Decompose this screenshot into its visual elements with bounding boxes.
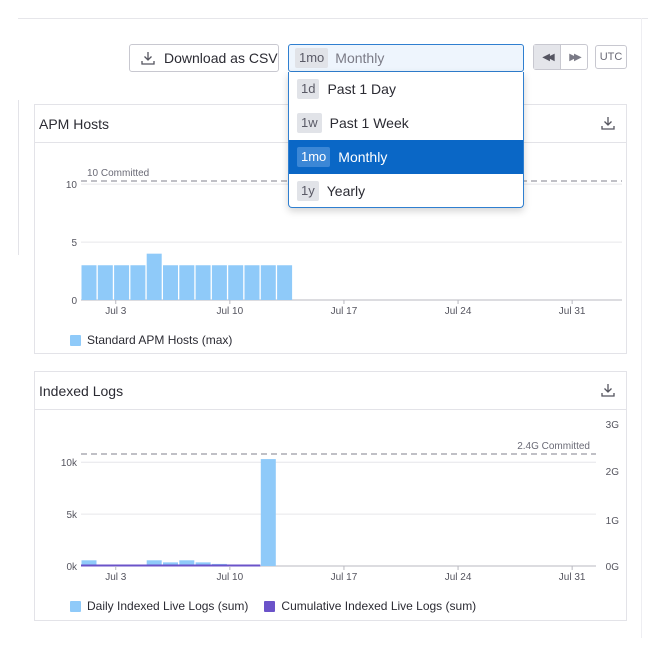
bar: [81, 265, 97, 300]
apm-download-icon[interactable]: [600, 115, 616, 136]
x-tick-label: Jul 24: [445, 306, 472, 317]
option-label: Past 1 Day: [327, 81, 396, 97]
previous-period-button[interactable]: ◀◀: [534, 45, 560, 69]
utc-toggle[interactable]: UTC: [595, 45, 627, 69]
x-tick-label: Jul 3: [105, 572, 127, 583]
y-tick-label: 5k: [66, 510, 78, 521]
committed-label: 2.4G Committed: [517, 441, 590, 452]
apm-hosts-title: APM Hosts: [39, 115, 110, 132]
option-chip: 1d: [297, 79, 320, 99]
bar: [228, 265, 244, 300]
x-tick-label: Jul 3: [105, 306, 127, 317]
legend-swatch: [70, 334, 81, 346]
x-tick-label: Jul 31: [559, 572, 586, 583]
bar: [195, 265, 211, 300]
y-tick-label: 5: [71, 238, 77, 249]
bar: [163, 265, 178, 300]
indexed-logs-chart: 0k 5k 10k 0G 1G 2G 3G 2.4G Committed Jul 3 Jul 10…: [61, 420, 620, 583]
legend-label: Daily Indexed Live Logs (sum): [87, 599, 249, 613]
bar: [244, 265, 260, 300]
period-chip: 1mo: [295, 48, 329, 68]
option-chip: 1y: [297, 181, 319, 201]
period-select[interactable]: 1mo Monthly: [288, 44, 524, 72]
y2-tick-label: 3G: [606, 420, 620, 431]
period-dropdown-menu: 1d Past 1 Day 1w Past 1 Week 1mo Monthly…: [288, 72, 524, 208]
x-tick-label: Jul 17: [331, 572, 358, 583]
fast-forward-icon: ▶▶: [569, 51, 582, 63]
option-past-1-week[interactable]: 1w Past 1 Week: [289, 106, 523, 140]
legend-swatch: [70, 600, 81, 612]
y-tick-label: 0k: [66, 562, 78, 573]
y2-tick-label: 1G: [606, 516, 620, 527]
x-tick-label: Jul 31: [559, 306, 586, 317]
option-past-1-day[interactable]: 1d Past 1 Day: [289, 72, 523, 106]
option-label: Monthly: [338, 149, 388, 165]
next-period-button[interactable]: ▶▶: [560, 45, 587, 69]
y-tick-label: 10: [66, 180, 78, 191]
x-tick-label: Jul 10: [217, 572, 244, 583]
y2-tick-label: 2G: [606, 467, 620, 478]
bar: [260, 265, 276, 300]
y-tick-label: 0: [71, 296, 77, 307]
legend-item: Daily Indexed Live Logs (sum): [70, 599, 248, 613]
y2-tick-label: 0G: [606, 562, 620, 573]
period-nav: ◀◀ ▶▶: [533, 44, 588, 70]
option-monthly[interactable]: 1mo Monthly: [289, 140, 523, 174]
option-label: Past 1 Week: [329, 115, 409, 131]
download-csv-label: Download as CSV: [164, 50, 278, 66]
apm-legend: Standard APM Hosts (max): [70, 333, 232, 347]
top-divider: [18, 18, 648, 19]
x-tick-label: Jul 10: [217, 306, 244, 317]
bar: [97, 265, 113, 300]
legend-swatch: [264, 600, 276, 612]
committed-label: 10 Committed: [87, 168, 149, 179]
legend-item: Standard APM Hosts (max): [70, 333, 232, 347]
download-csv-button[interactable]: Download as CSV: [129, 44, 279, 72]
legend-item: Cumulative Indexed Live Logs (sum): [264, 599, 476, 613]
left-divider: [18, 100, 19, 255]
bar: [146, 253, 162, 300]
option-chip: 1mo: [297, 147, 331, 167]
y-tick-label: 10k: [61, 458, 78, 469]
indexed-logs-title: Indexed Logs: [39, 382, 124, 399]
bar: [211, 265, 227, 300]
option-chip: 1w: [297, 113, 322, 133]
indexed-logs-panel: Indexed Logs 0k 5k 10k 0G 1G 2G 3G 2.4G Committ…: [34, 371, 627, 621]
rewind-icon: ◀◀: [542, 51, 555, 63]
bar: [277, 265, 293, 300]
bar: [114, 265, 130, 300]
legend-label: Standard APM Hosts (max): [87, 333, 233, 347]
option-label: Yearly: [326, 183, 366, 199]
x-tick-label: Jul 24: [445, 572, 472, 583]
period-value: Monthly: [335, 50, 385, 66]
x-tick-label: Jul 17: [331, 306, 358, 317]
logs-legend: Daily Indexed Live Logs (sum) Cumulative…: [70, 599, 476, 613]
right-divider: [641, 18, 642, 638]
legend-label: Cumulative Indexed Live Logs (sum): [281, 599, 477, 613]
bar: [130, 265, 146, 300]
bar: [179, 265, 195, 300]
logs-download-icon[interactable]: [600, 382, 616, 403]
option-yearly[interactable]: 1y Yearly: [289, 174, 523, 207]
download-icon: [140, 50, 156, 66]
bar: [260, 459, 276, 566]
